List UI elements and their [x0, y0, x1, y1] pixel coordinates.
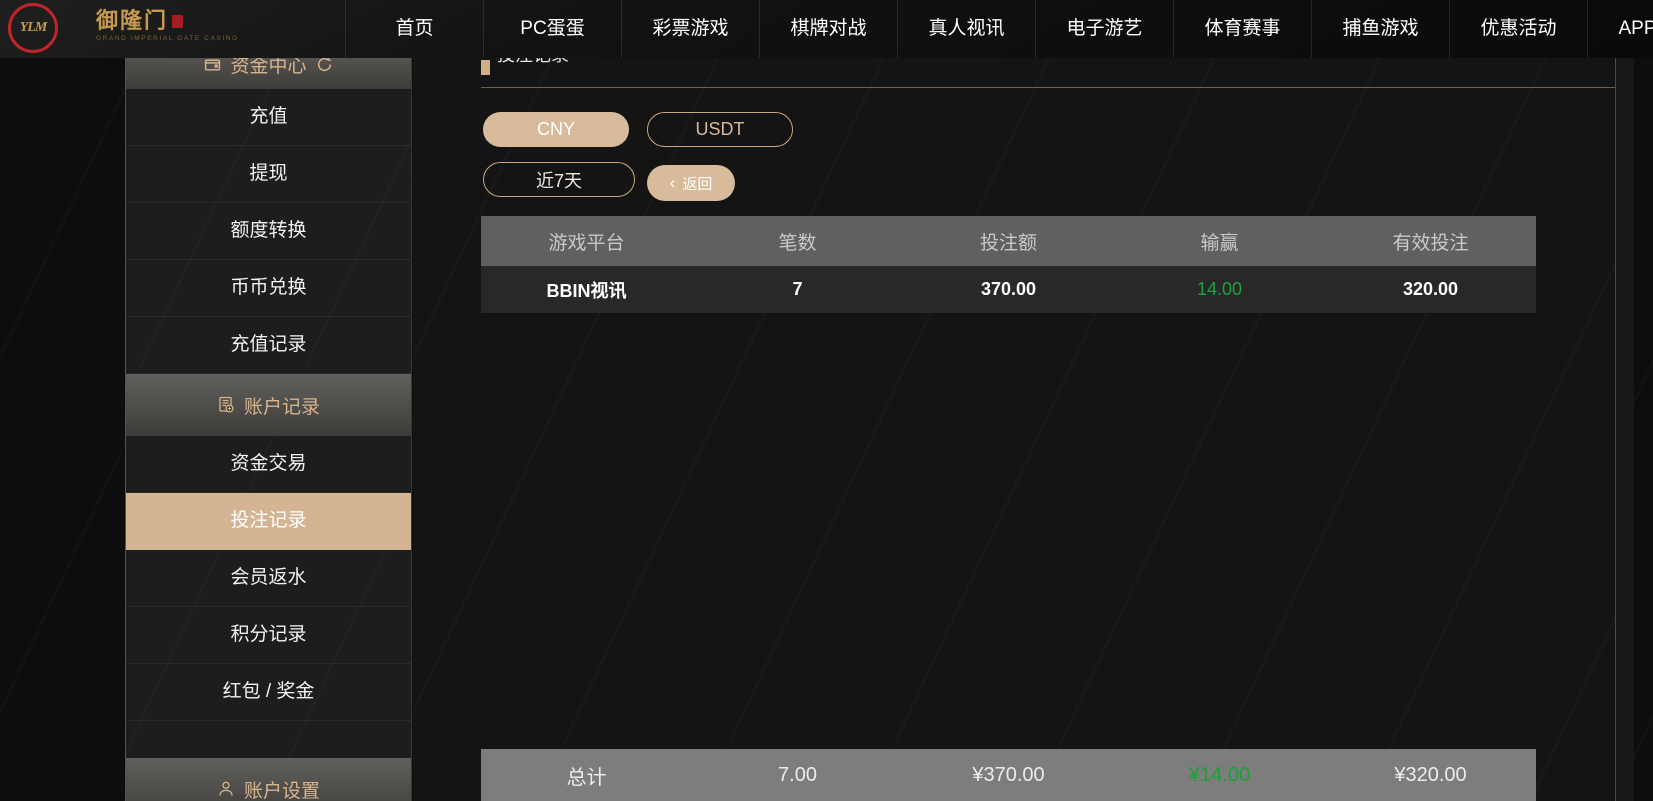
date-range-button[interactable]: 近7天: [483, 162, 635, 197]
nav-item-fishing[interactable]: 捕鱼游戏: [1311, 0, 1449, 58]
cell-bet: 370.00: [980, 279, 1037, 299]
table-header-row: 游戏平台 笔数 投注额 输赢 有效投注: [481, 216, 1536, 266]
cell-count: 7: [792, 279, 803, 299]
account-sidebar: 资金中心 充值 提现 额度转换 币币兑换 充值记录 账户记录 资金交易 投注记录…: [125, 40, 412, 801]
sidebar-item-coin-exchange[interactable]: 币币兑换: [126, 260, 411, 317]
total-valid-bet: ¥320.00: [1394, 763, 1467, 786]
total-bet: ¥370.00: [972, 763, 1045, 786]
column-header-valid-bet: 有效投注: [1392, 232, 1469, 254]
brand-emblem-icon: YLM: [8, 3, 58, 53]
sidebar-section-account-records[interactable]: 账户记录: [126, 374, 411, 436]
cell-valid-bet: 320.00: [1402, 279, 1459, 299]
nav-item-boardgames[interactable]: 棋牌对战: [759, 0, 897, 58]
brand-tagline: GRAND IMPERIAL GATE CASINO: [96, 35, 239, 42]
total-count: 7.00: [778, 763, 817, 786]
table-total-row: 总计 7.00 ¥370.00 ¥14.00 ¥320.00: [481, 749, 1536, 801]
sidebar-item-redpacket-bonus[interactable]: 红包 / 奖金: [126, 664, 411, 721]
brand-seal-icon: [172, 14, 184, 28]
bet-records-table: 游戏平台 笔数 投注额 输赢 有效投注 BBIN视讯 7 370.00 14.0…: [481, 216, 1536, 313]
sidebar-item-points-records[interactable]: 积分记录: [126, 607, 411, 664]
back-button-label: 返回: [682, 175, 713, 193]
back-button[interactable]: ‹ 返回: [647, 165, 735, 201]
column-header-bet: 投注额: [979, 232, 1037, 254]
nav-item-app-download[interactable]: APP下载: [1587, 0, 1653, 58]
nav-item-home[interactable]: 首页: [345, 0, 483, 58]
page-title-marker: [481, 60, 490, 75]
column-header-winloss: 输赢: [1200, 232, 1239, 254]
cell-winloss: 14.00: [1196, 279, 1243, 299]
title-divider: [481, 87, 1618, 88]
currency-tab-cny[interactable]: CNY: [483, 112, 629, 147]
ledger-icon: [217, 396, 235, 414]
sidebar-item-deposit[interactable]: 充值: [126, 89, 411, 146]
user-icon: [217, 780, 235, 798]
vertical-scrollbar[interactable]: [1615, 0, 1634, 801]
sidebar-item-fund-transactions[interactable]: 资金交易: [126, 436, 411, 493]
sidebar-item-quota-transfer[interactable]: 额度转换: [126, 203, 411, 260]
column-header-platform: 游戏平台: [548, 232, 625, 254]
nav-item-promotions[interactable]: 优惠活动: [1449, 0, 1587, 58]
currency-tab-usdt[interactable]: USDT: [647, 112, 793, 147]
sidebar-section-label: 账户记录: [243, 396, 320, 418]
refresh-icon[interactable]: [316, 56, 333, 73]
currency-filter-group: CNY USDT: [483, 112, 793, 147]
nav-item-livecasino[interactable]: 真人视讯: [897, 0, 1035, 58]
brand-text: 御隆门 GRAND IMPERIAL GATE CASINO: [96, 8, 239, 43]
nav-item-sports[interactable]: 体育赛事: [1173, 0, 1311, 58]
sidebar-item-member-rebate[interactable]: 会员返水: [126, 550, 411, 607]
sidebar-item-bet-records[interactable]: 投注记录: [126, 493, 411, 550]
top-navigation-bar: YLM 御隆门 GRAND IMPERIAL GATE CASINO 首页 PC…: [0, 0, 1653, 58]
main-menu: 首页 PC蛋蛋 彩票游戏 棋牌对战 真人视讯 电子游艺 体育赛事 捕鱼游戏 优惠…: [345, 0, 1653, 58]
nav-item-lottery[interactable]: 彩票游戏: [621, 0, 759, 58]
nav-item-pcdandan[interactable]: PC蛋蛋: [483, 0, 621, 58]
sidebar-item-deposit-records[interactable]: 充值记录: [126, 317, 411, 374]
total-label: 总计: [566, 766, 607, 789]
brand-logo[interactable]: YLM 御隆门 GRAND IMPERIAL GATE CASINO: [8, 3, 239, 53]
back-chevron-icon: ‹: [669, 172, 676, 192]
range-filter-group: 近7天 ‹ 返回: [483, 162, 735, 201]
sidebar-item-withdraw[interactable]: 提现: [126, 146, 411, 203]
column-header-count: 笔数: [778, 232, 817, 254]
nav-item-slots[interactable]: 电子游艺: [1035, 0, 1173, 58]
brand-name: 御隆门: [96, 8, 169, 33]
sidebar-section-label: 账户设置: [243, 780, 320, 801]
total-winloss: ¥14.00: [1188, 763, 1251, 786]
table-row: BBIN视讯 7 370.00 14.00 320.00: [481, 266, 1536, 313]
wallet-icon: [204, 56, 221, 73]
cell-platform: BBIN视讯: [546, 280, 627, 301]
brand-monogram: YLM: [19, 20, 48, 35]
sidebar-section-account-settings[interactable]: 账户设置: [126, 758, 411, 801]
bet-records-panel: 投注记录 CNY USDT 近7天 ‹ 返回 游戏平台 笔数 投注额 输赢 有效…: [413, 0, 1634, 801]
